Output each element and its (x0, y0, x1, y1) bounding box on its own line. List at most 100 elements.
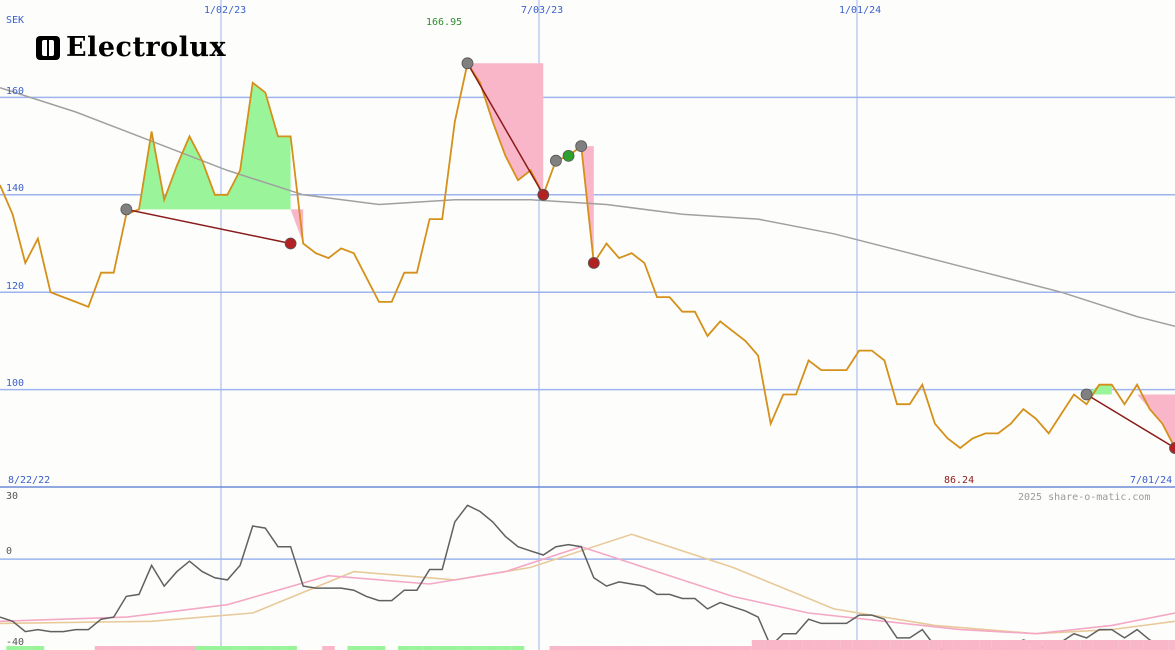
y-tick-label-140: 140 (6, 183, 24, 194)
hist-bar-pink-79 (991, 640, 1005, 650)
hist-bar-pink-57 (713, 646, 727, 650)
hist-bar-green-19 (233, 646, 247, 650)
hist-bar-pink-55 (688, 646, 702, 650)
oscillator-panel-bg (0, 487, 1175, 650)
hist-bar-green-37 (461, 646, 474, 650)
hist-bar-pink-78 (979, 640, 992, 650)
hist-bar-pink-48 (600, 646, 613, 650)
hist-bar-green-32 (397, 646, 411, 650)
hist-bar-pink-75 (941, 640, 954, 650)
hist-bar-green-16 (195, 646, 209, 650)
hist-bar-green-35 (435, 646, 449, 650)
hist-bar-pink-53 (663, 646, 676, 650)
hist-bar-pink-69 (865, 640, 879, 650)
osc-tick-label-minus40: -40 (6, 637, 24, 648)
hist-bar-pink-58 (726, 646, 740, 650)
marker-buy-9 (1080, 388, 1093, 401)
hist-bar-green-17 (208, 646, 222, 650)
hist-bar-pink-66 (827, 640, 841, 650)
hist-bar-pink-92 (1156, 640, 1169, 650)
hist-bar-pink-62 (777, 640, 790, 650)
hist-bar-pink-84 (1054, 640, 1068, 650)
hist-bar-green-39 (486, 646, 500, 650)
price-panel-bg (0, 0, 1175, 487)
marker-sell-2 (284, 237, 297, 250)
hist-bar-pink-74 (928, 640, 942, 650)
marker-buy-3 (461, 57, 474, 70)
hist-bar-pink-26 (322, 646, 335, 650)
stock-chart: SEK 1/02/23 7/03/23 1/01/24 166.95 86.24… (0, 0, 1175, 650)
hist-bar-pink-77 (966, 640, 980, 650)
hist-bar-pink-56 (701, 646, 714, 650)
hist-bar-pink-11 (132, 646, 146, 650)
hist-bar-pink-46 (574, 646, 588, 650)
hist-bar-pink-88 (1105, 640, 1119, 650)
hist-bar-pink-83 (1042, 640, 1055, 650)
hist-bar-pink-54 (675, 646, 689, 650)
marker-buy-1 (120, 203, 133, 216)
hist-bar-pink-13 (157, 646, 171, 650)
hist-bar-pink-65 (814, 640, 828, 650)
x-date-label-1: 1/02/23 (204, 5, 246, 16)
hist-bar-pink-93 (1168, 640, 1175, 650)
hist-bar-pink-82 (1029, 640, 1043, 650)
hist-bar-green-20 (246, 646, 260, 650)
hist-bar-pink-80 (1004, 640, 1018, 650)
hist-bar-green-29 (360, 646, 373, 650)
hist-bar-green-36 (448, 646, 462, 650)
hist-bar-green-30 (372, 646, 386, 650)
x-date-label-3: 1/01/24 (839, 5, 881, 16)
hist-bar-pink-63 (789, 640, 803, 650)
hist-bar-pink-90 (1130, 640, 1144, 650)
hist-bar-pink-52 (650, 646, 664, 650)
marker-buy-5 (550, 154, 562, 167)
hist-bar-pink-86 (1080, 640, 1093, 650)
hist-bar-green-38 (473, 646, 487, 650)
marker-buy-7 (575, 140, 588, 153)
start-date-label: 8/22/22 (8, 475, 50, 486)
hist-bar-pink-14 (170, 646, 184, 650)
hist-bar-pink-12 (145, 646, 158, 650)
hist-bar-pink-8 (94, 646, 108, 650)
hist-bar-pink-64 (802, 640, 815, 650)
hist-bar-green-34 (423, 646, 436, 650)
y-tick-label-100: 100 (6, 378, 24, 389)
y-tick-label-120: 120 (6, 281, 24, 292)
hist-bar-green-3 (31, 646, 45, 650)
hist-bar-green-21 (259, 646, 272, 650)
y-tick-label-160: 160 (6, 86, 24, 97)
hist-bar-pink-73 (915, 640, 929, 650)
hist-bar-green-41 (511, 646, 525, 650)
osc-tick-label-30: 30 (6, 491, 18, 502)
marker-signal-6 (562, 149, 575, 162)
hist-bar-pink-61 (764, 640, 778, 650)
hist-bar-green-18 (221, 646, 234, 650)
hist-bar-pink-81 (1017, 640, 1030, 650)
min-price-label: 86.24 (944, 475, 974, 486)
hist-bar-pink-60 (751, 640, 765, 650)
hist-bar-pink-68 (852, 640, 866, 650)
hist-bar-pink-87 (1092, 640, 1106, 650)
hist-bar-pink-70 (878, 640, 891, 650)
watermark: 2025 share-o-matic.com (1018, 492, 1150, 503)
hist-bar-pink-51 (638, 646, 651, 650)
hist-bar-pink-91 (1143, 640, 1157, 650)
marker-sell-4 (537, 188, 550, 201)
hist-bar-pink-67 (840, 640, 853, 650)
electrolux-mark-icon (36, 35, 60, 60)
osc-tick-label-0: 0 (6, 546, 12, 557)
hist-bar-pink-85 (1067, 640, 1081, 650)
hist-bar-pink-15 (183, 646, 196, 650)
hist-bar-pink-76 (953, 640, 967, 650)
currency-label: SEK (6, 15, 24, 26)
marker-sell-8 (587, 257, 600, 269)
brand-name: Electrolux (66, 32, 227, 63)
brand-logo: Electrolux (36, 32, 226, 63)
max-price-label: 166.95 (426, 17, 462, 28)
hist-bar-green-33 (410, 646, 424, 650)
x-date-label-2: 7/03/23 (521, 5, 563, 16)
hist-bar-green-28 (347, 646, 361, 650)
hist-bar-green-40 (499, 646, 512, 650)
hist-bar-green-23 (284, 646, 297, 650)
hist-bar-pink-49 (612, 646, 626, 650)
